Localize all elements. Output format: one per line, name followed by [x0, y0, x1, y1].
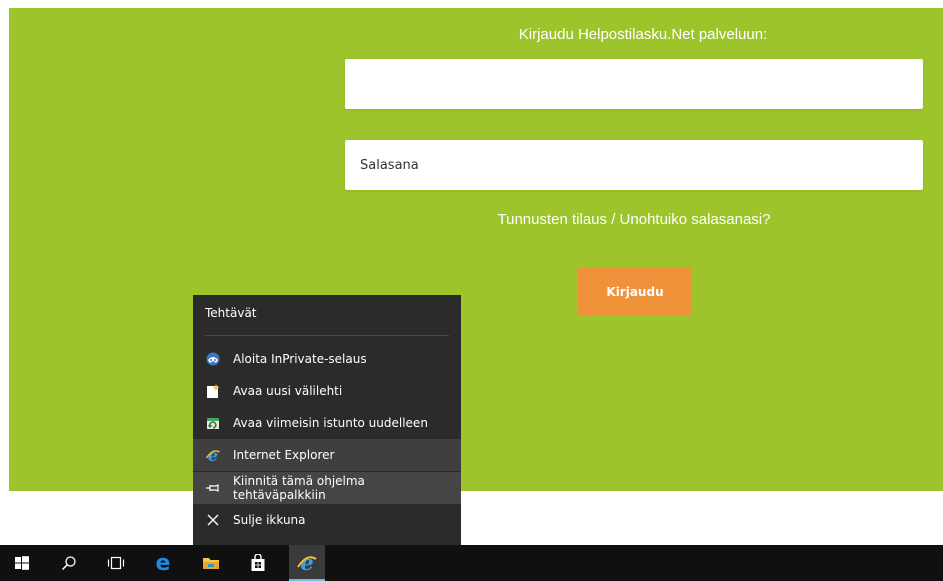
jump-item-pin[interactable]: Kiinnitä tämä ohjelma tehtäväpalkkiin	[193, 472, 461, 504]
windows-start-icon[interactable]	[4, 545, 40, 581]
jump-item-internet-explorer[interactable]: e Internet Explorer	[193, 439, 461, 471]
close-icon	[205, 512, 221, 528]
new-tab-icon	[205, 383, 221, 399]
username-field[interactable]	[345, 59, 923, 109]
login-title: Kirjaudu Helpostilasku.Net palveluun:	[518, 26, 768, 43]
desktop-screen: Kirjaudu Helpostilasku.Net palveluun: Tu…	[0, 0, 943, 581]
task-view-icon[interactable]	[98, 545, 134, 581]
jump-item-reopen-session[interactable]: Avaa viimeisin istunto uudelleen	[193, 407, 461, 439]
jump-item-inprivate[interactable]: Aloita InPrivate-selaus	[193, 343, 461, 375]
account-links: Tunnusten tilaus / Unohtuiko salasanasi?	[345, 211, 923, 228]
search-icon[interactable]	[51, 545, 87, 581]
register-link[interactable]: Tunnusten tilaus	[498, 211, 608, 228]
jump-item-new-tab[interactable]: Avaa uusi välilehti	[193, 375, 461, 407]
link-separator: /	[607, 211, 620, 228]
file-explorer-icon[interactable]	[193, 545, 229, 581]
jump-item-label: Kiinnitä tämä ohjelma tehtäväpalkkiin	[233, 474, 365, 502]
jump-item-label: Avaa viimeisin istunto uudelleen	[233, 416, 428, 430]
jump-list-divider	[205, 335, 449, 336]
pin-icon	[205, 480, 221, 496]
password-field[interactable]	[345, 140, 923, 190]
internet-explorer-icon[interactable]: e	[289, 545, 325, 581]
internet-explorer-icon: e	[205, 447, 221, 463]
svg-text:e: e	[300, 552, 313, 574]
jump-item-label: Avaa uusi välilehti	[233, 384, 343, 398]
reopen-session-icon	[205, 415, 221, 431]
taskbar: e e	[0, 545, 943, 581]
login-button[interactable]: Kirjaudu	[578, 267, 692, 316]
svg-text:e: e	[156, 553, 171, 573]
forgot-password-link[interactable]: Unohtuiko salasanasi?	[620, 211, 771, 228]
jump-item-close-window[interactable]: Sulje ikkuna	[193, 504, 461, 536]
jump-item-label: Internet Explorer	[233, 448, 335, 462]
jump-list-header: Tehtävät	[205, 306, 257, 320]
inprivate-icon	[205, 351, 221, 367]
jump-item-label: Aloita InPrivate-selaus	[233, 352, 367, 366]
edge-icon[interactable]: e	[145, 545, 181, 581]
store-icon[interactable]	[240, 545, 276, 581]
jump-item-label: Sulje ikkuna	[233, 513, 306, 527]
taskbar-jump-list: Tehtävät Aloita InPrivate-selaus Avaa uu…	[193, 295, 461, 545]
